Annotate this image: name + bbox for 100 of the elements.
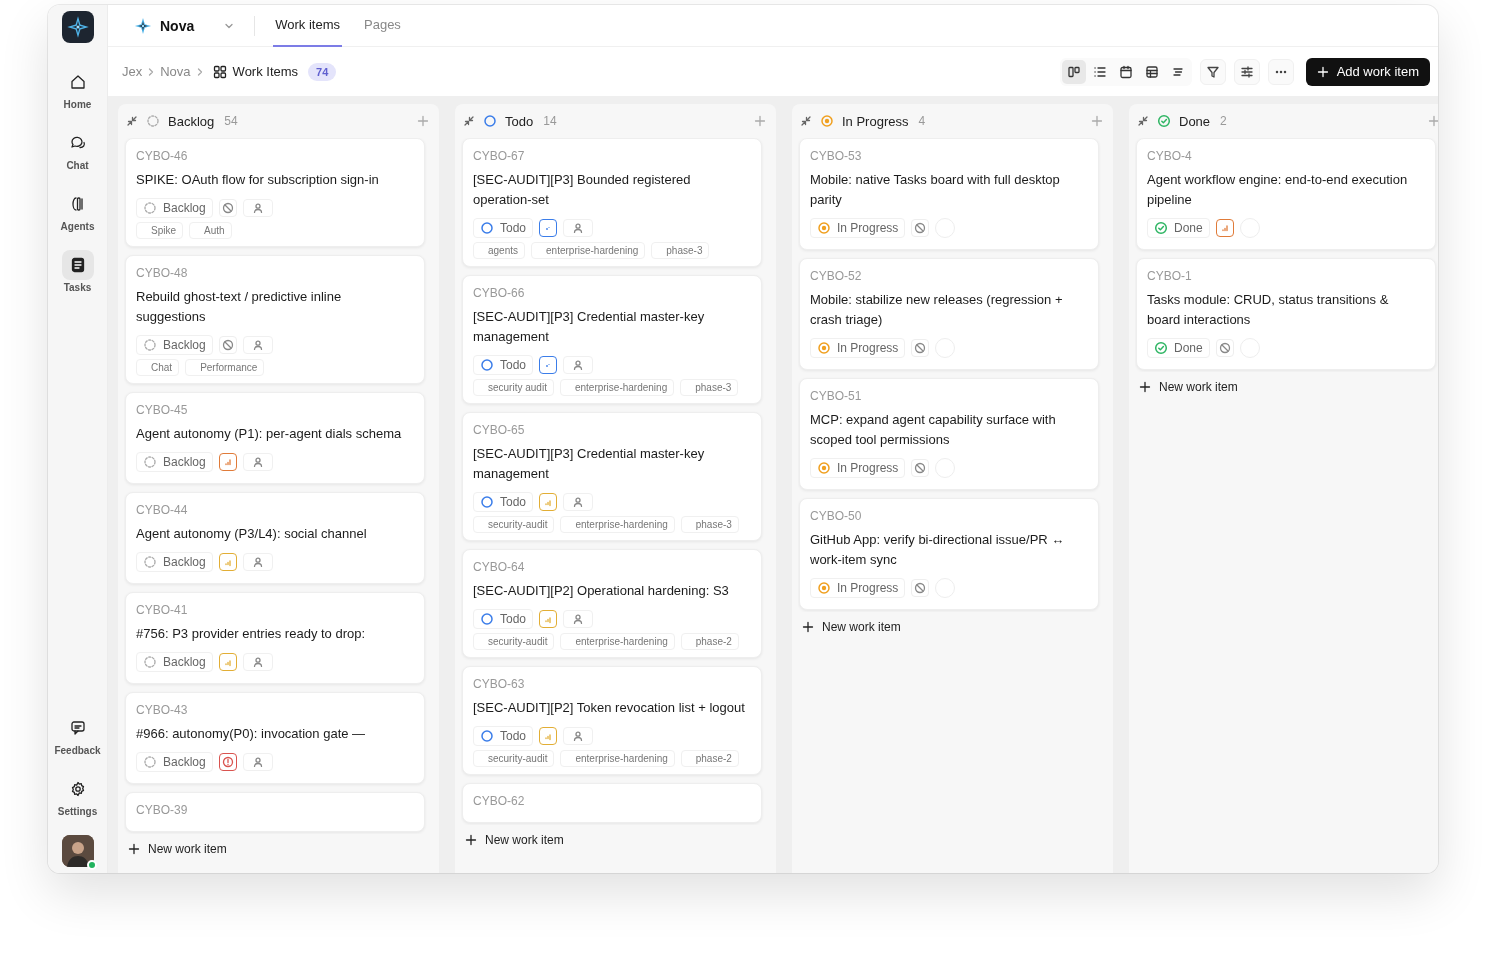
status-chip[interactable]: Backlog [136, 652, 213, 672]
add-card-button[interactable] [417, 115, 429, 127]
label-tag[interactable]: phase-2 [680, 750, 739, 767]
priority-no-priority-icon[interactable] [911, 219, 930, 237]
assignee-button[interactable] [242, 453, 273, 471]
label-tag[interactable]: enterprise-hardening [560, 516, 675, 533]
work-item-card[interactable]: CYBO-1 Tasks module: CRUD, status transitions & board interactions Done [1136, 258, 1436, 370]
status-chip[interactable]: Todo [473, 726, 534, 746]
priority-no-priority-icon[interactable] [911, 339, 930, 357]
work-item-card[interactable]: CYBO-4 Agent workflow engine: end-to-end execution pipeline Done [1136, 138, 1436, 250]
status-chip[interactable]: In Progress [810, 578, 906, 598]
status-chip[interactable]: Backlog [136, 198, 213, 218]
priority-no-priority-icon[interactable] [1215, 339, 1234, 357]
label-tag[interactable]: Spike [136, 222, 183, 239]
assignee-button[interactable] [242, 336, 273, 354]
tab[interactable]: Pages [362, 5, 403, 47]
label-tag[interactable]: enterprise-hardening [531, 242, 646, 259]
label-tag[interactable]: security audit [473, 379, 554, 396]
tab[interactable]: Work items [273, 5, 342, 47]
status-chip[interactable]: Done [1147, 338, 1210, 358]
label-tag[interactable]: enterprise-hardening [560, 633, 675, 650]
sidebar-item[interactable]: Settings [49, 770, 106, 821]
add-card-button[interactable] [1428, 115, 1438, 127]
user-avatar[interactable] [61, 835, 94, 867]
work-item-card[interactable]: CYBO-48 Rebuild ghost-text / predictive inline suggestions Backlog Chat Performance [125, 255, 425, 384]
status-chip[interactable]: Todo [473, 355, 534, 375]
work-item-card[interactable]: CYBO-63 [SEC-AUDIT][P2] Token revocation list + logout Todo security-audit enterprise-hardening phase-2 [462, 666, 762, 775]
priority-signal-bars-icon[interactable] [539, 610, 558, 628]
label-tag[interactable]: Auth [189, 222, 232, 239]
work-item-card[interactable]: CYBO-41 #756: P3 provider entries ready to drop: Backlog [125, 592, 425, 684]
work-item-card[interactable]: CYBO-50 GitHub App: verify bi-directional issue/PR ↔ work-item sync In Progress [799, 498, 1099, 610]
assignee-button[interactable] [242, 653, 273, 671]
work-item-card[interactable]: CYBO-64 [SEC-AUDIT][P2] Operational hardening: S3 Todo security-audit enterprise-hardening phase-2 [462, 549, 762, 658]
work-item-card[interactable]: CYBO-66 [SEC-AUDIT][P3] Credential master-key management Todo security audit enterprise-hardening phase-3 [462, 275, 762, 404]
assignee-button[interactable] [563, 727, 594, 745]
status-chip[interactable]: Backlog [136, 335, 213, 355]
board-view-button[interactable] [1061, 59, 1086, 84]
priority-signal-bars-icon[interactable] [539, 356, 558, 374]
assignee-button[interactable] [563, 610, 594, 628]
label-tag[interactable]: phase-3 [651, 242, 710, 259]
sidebar-item[interactable]: Chat [49, 124, 106, 175]
add-card-button[interactable] [754, 115, 766, 127]
sidebar-item[interactable]: Agents [49, 185, 106, 236]
sidebar-item[interactable]: Feedback [49, 709, 106, 760]
label-tag[interactable]: agents [473, 242, 526, 259]
status-chip[interactable]: Backlog [136, 452, 213, 472]
priority-signal-bars-icon[interactable] [539, 493, 558, 511]
display-settings-button[interactable] [1233, 58, 1260, 85]
filter-button[interactable] [1199, 58, 1226, 85]
label-tag[interactable]: Chat [136, 359, 180, 376]
label-tag[interactable]: phase-2 [680, 633, 739, 650]
priority-signal-bars-icon[interactable] [218, 453, 237, 471]
work-item-card[interactable]: CYBO-67 [SEC-AUDIT][P3] Bounded registered operation-set Todo agents enterprise-hardening phase-3 [462, 138, 762, 267]
label-tag[interactable]: enterprise-hardening [560, 750, 675, 767]
priority-signal-bars-icon[interactable] [539, 727, 558, 745]
work-item-card[interactable]: CYBO-53 Mobile: native Tasks board with full desktop parity In Progress [799, 138, 1099, 250]
status-chip[interactable]: In Progress [810, 218, 906, 238]
label-tag[interactable]: phase-3 [680, 516, 739, 533]
priority-no-priority-icon[interactable] [911, 579, 930, 597]
app-logo-icon[interactable] [61, 11, 94, 43]
status-chip[interactable]: Backlog [136, 552, 213, 572]
add-card-button[interactable] [1091, 115, 1103, 127]
assignee-button[interactable] [563, 493, 594, 511]
work-item-card[interactable]: CYBO-44 Agent autonomy (P3/L4): social channel Backlog [125, 492, 425, 584]
priority-no-priority-icon[interactable] [911, 459, 930, 477]
label-tag[interactable]: phase-3 [680, 379, 739, 396]
status-chip[interactable]: Done [1147, 218, 1210, 238]
label-tag[interactable]: security-audit [473, 633, 555, 650]
work-item-card[interactable]: CYBO-65 [SEC-AUDIT][P3] Credential master-key management Todo security-audit enterprise-hardening phase-3 [462, 412, 762, 541]
label-tag[interactable]: enterprise-hardening [559, 379, 675, 396]
status-chip[interactable]: In Progress [810, 338, 906, 358]
label-tag[interactable]: Performance [185, 359, 265, 376]
priority-signal-bars-icon[interactable] [1215, 219, 1234, 237]
status-chip[interactable]: Backlog [136, 752, 213, 772]
status-chip[interactable]: Todo [473, 218, 534, 238]
work-item-card[interactable]: CYBO-51 MCP: expand agent capability surface with scoped tool permissions In Progress [799, 378, 1099, 490]
status-chip[interactable]: In Progress [810, 458, 906, 478]
assignee-button[interactable] [242, 553, 273, 571]
work-item-card[interactable]: CYBO-45 Agent autonomy (P1): per-agent dials schema Backlog [125, 392, 425, 484]
project-switcher[interactable]: Nova [128, 15, 241, 36]
work-item-card[interactable]: CYBO-43 #966: autonomy(P0): invocation gate — Backlog [125, 692, 425, 784]
add-work-item-button[interactable]: Add work item [1305, 57, 1430, 86]
priority-signal-bars-icon[interactable] [218, 653, 237, 671]
work-item-card[interactable]: CYBO-52 Mobile: stabilize new releases (regression + crash triage) In Progress [799, 258, 1099, 370]
priority-signal-bars-icon[interactable] [539, 219, 558, 237]
assignee-button[interactable] [563, 219, 594, 237]
breadcrumb-link[interactable]: Nova [160, 64, 191, 79]
sidebar-item[interactable]: Tasks [49, 246, 106, 297]
status-chip[interactable]: Todo [473, 492, 534, 512]
priority-no-priority-icon[interactable] [218, 336, 237, 354]
label-tag[interactable]: security-audit [473, 750, 555, 767]
status-chip[interactable]: Todo [473, 609, 534, 629]
priority-exclamation-icon[interactable] [218, 753, 237, 771]
breadcrumb-link[interactable]: Jex [122, 64, 143, 79]
sidebar-item[interactable]: Home [49, 63, 106, 114]
assignee-button[interactable] [563, 356, 594, 374]
priority-no-priority-icon[interactable] [218, 199, 237, 217]
assignee-button[interactable] [242, 753, 273, 771]
work-item-card[interactable]: CYBO-46 SPIKE: OAuth flow for subscription sign-in Backlog Spike Auth [125, 138, 425, 247]
label-tag[interactable]: security-audit [473, 516, 555, 533]
